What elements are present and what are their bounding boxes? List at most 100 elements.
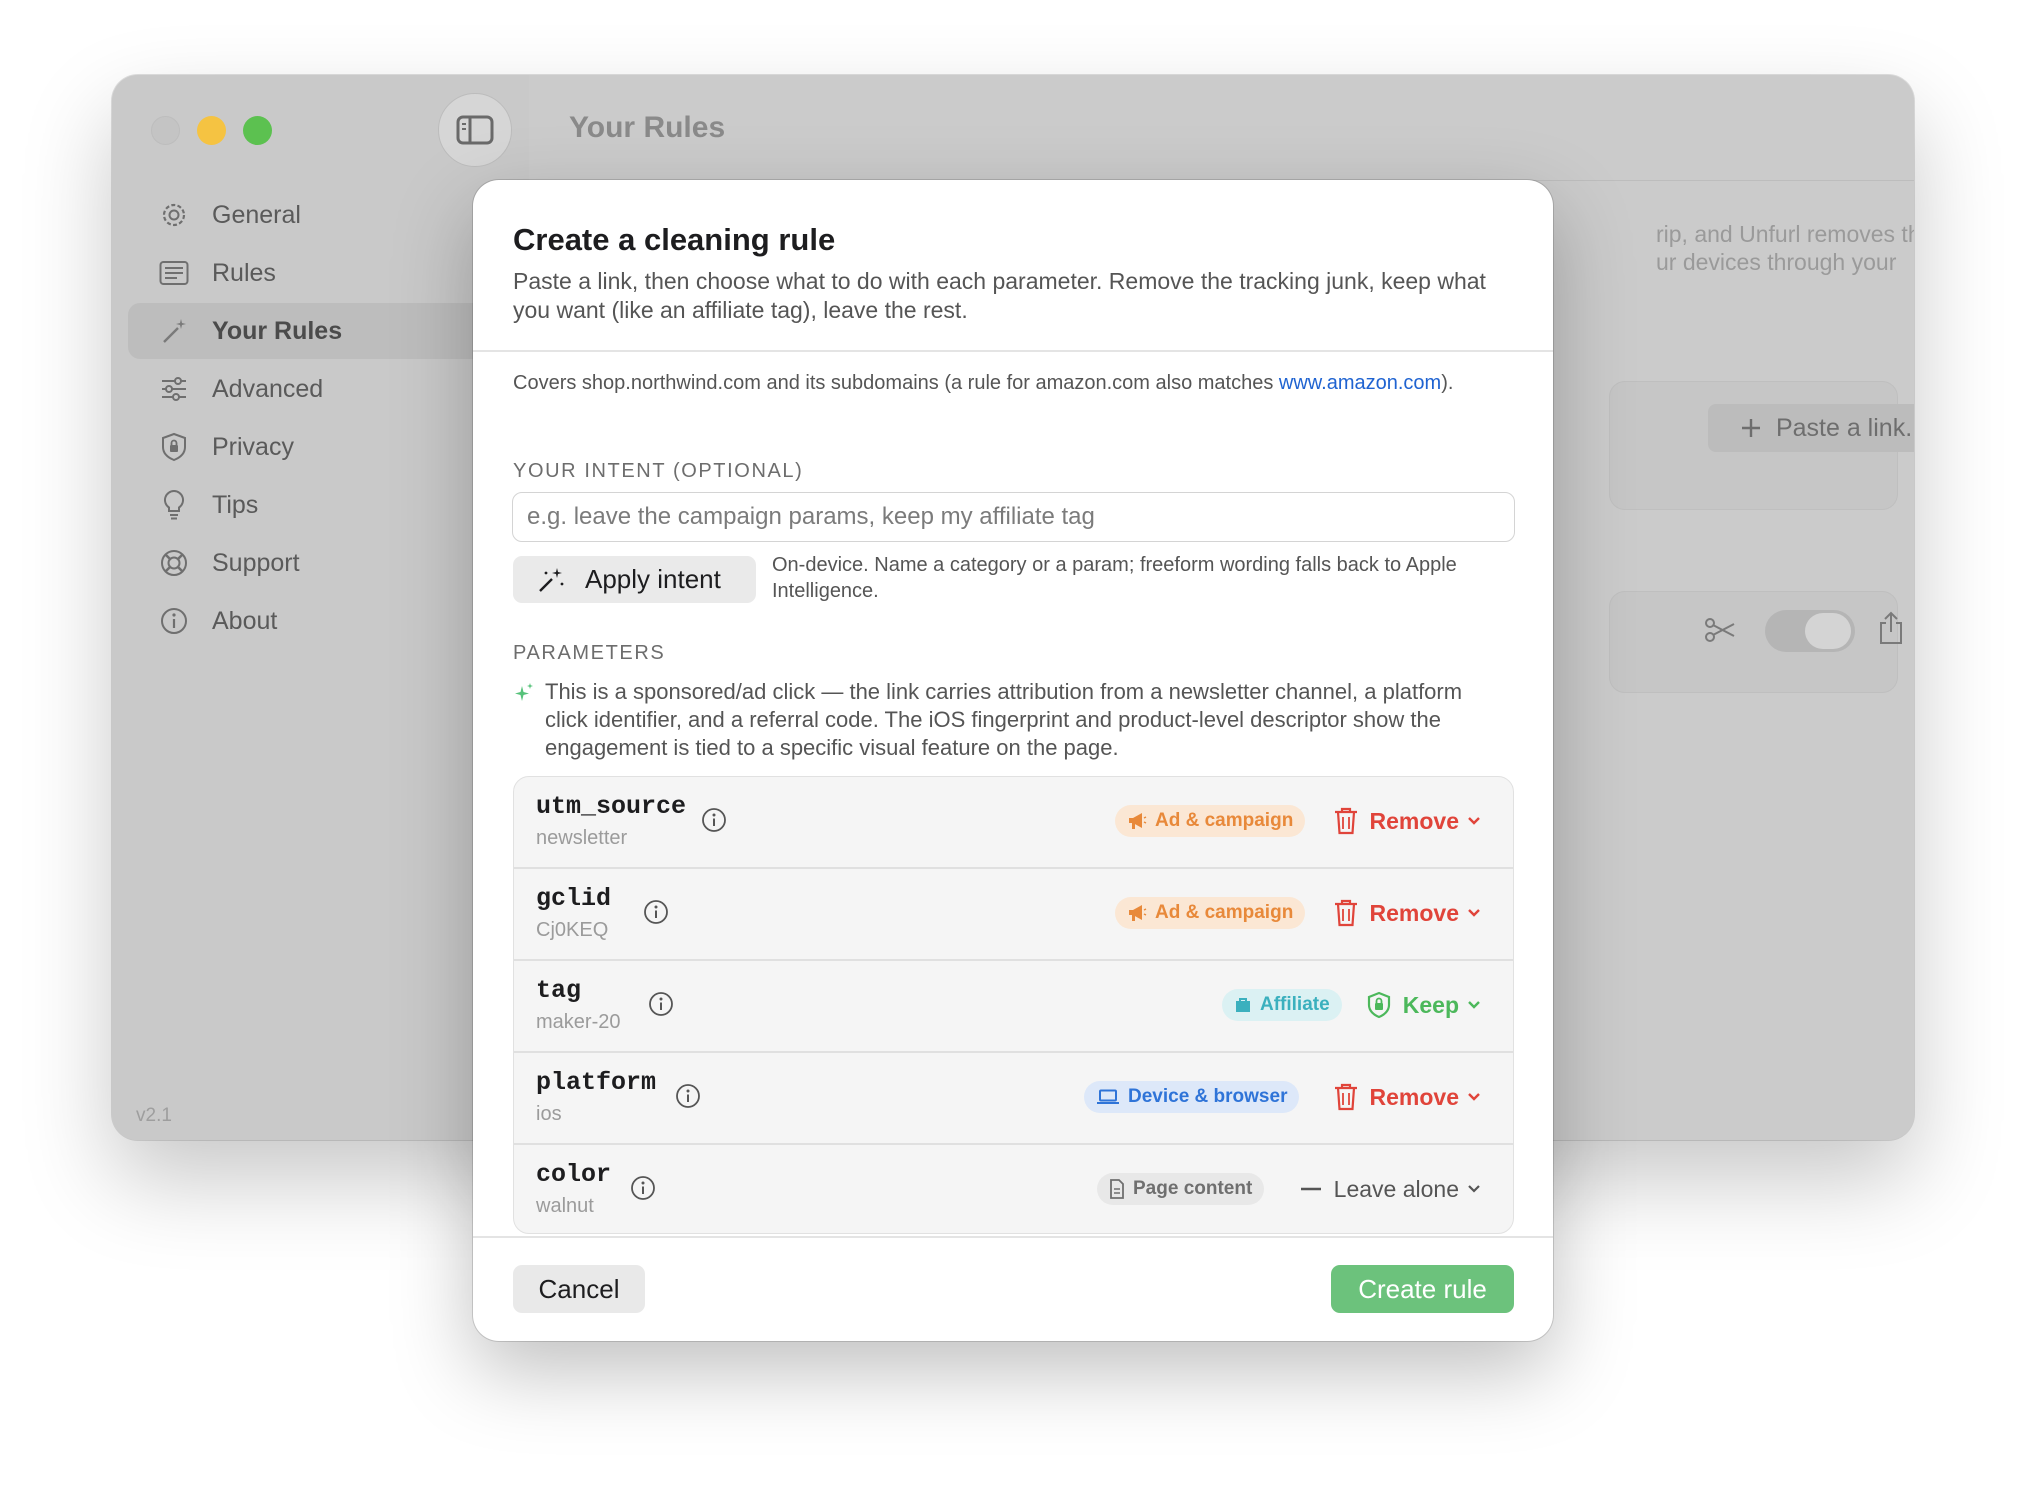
parameter-value: newsletter (536, 827, 628, 849)
page-description-line: ur devices through your (1656, 249, 1897, 275)
category-badge: Device & browser (1084, 1081, 1300, 1113)
sidebar-item-label: General (212, 200, 301, 229)
sidebar-item-label: About (212, 606, 278, 635)
sidebar-item-label: Support (212, 548, 300, 577)
megaphone-icon (1127, 812, 1147, 830)
megaphone-icon (1127, 904, 1147, 922)
page-description-line: rip, and Unfurl removes them (1656, 221, 1914, 247)
trash-icon (1334, 807, 1358, 835)
lifebuoy-icon (158, 547, 190, 579)
parameter-name: color (536, 1160, 612, 1189)
version-label: v2.1 (136, 1105, 172, 1126)
category-badge: Ad & campaign (1115, 897, 1306, 929)
paste-link-button[interactable]: Paste a link... (1708, 404, 1914, 452)
dash-icon (1300, 1186, 1322, 1192)
info-icon (158, 605, 190, 637)
page-description: rip, and Unfurl removes them ur devices … (1656, 220, 1914, 276)
rule-enabled-toggle[interactable] (1765, 610, 1855, 652)
category-label: Ad & campaign (1155, 810, 1294, 831)
chevron-down-icon (1467, 816, 1481, 826)
sidebar: General Rules Your Rules Advanced Privac… (112, 75, 529, 1140)
coverage-link[interactable]: www.amazon.com (1279, 372, 1441, 394)
coverage-text-end: ). (1441, 372, 1454, 394)
action-dropdown[interactable]: Remove (1334, 1081, 1481, 1113)
action-label: Leave alone (1333, 1175, 1459, 1202)
info-icon[interactable] (630, 1175, 656, 1201)
scissors-icon[interactable] (1704, 616, 1736, 644)
parameter-value: maker-20 (536, 1011, 621, 1033)
sidebar-item-privacy[interactable]: Privacy (128, 419, 528, 475)
trash-icon (1334, 899, 1358, 927)
magic-wand-icon (158, 315, 190, 347)
parameter-row: platform ios Device & browser Remove (514, 1053, 1513, 1145)
intent-input[interactable] (512, 492, 1515, 542)
chevron-down-icon (1467, 1184, 1481, 1194)
sidebar-item-tips[interactable]: Tips (128, 477, 528, 533)
intent-section-label: YOUR INTENT (OPTIONAL) (513, 460, 804, 482)
list-icon (158, 257, 190, 289)
action-dropdown[interactable]: Leave alone (1300, 1173, 1481, 1205)
info-icon[interactable] (648, 991, 674, 1017)
sidebar-item-support[interactable]: Support (128, 535, 528, 591)
category-badge: Affiliate (1222, 989, 1342, 1021)
gear-icon (158, 199, 190, 231)
parameter-value: Cj0KEQ (536, 919, 609, 941)
info-icon[interactable] (643, 899, 669, 925)
apply-intent-label: Apply intent (585, 564, 721, 594)
sidebar-item-general[interactable]: General (128, 187, 528, 243)
sidebar-item-your-rules[interactable]: Your Rules (128, 303, 528, 359)
sheet-title: Create a cleaning rule (513, 222, 836, 257)
sidebar-item-label: Your Rules (212, 316, 343, 345)
category-label: Affiliate (1260, 994, 1330, 1015)
sidebar-item-advanced[interactable]: Advanced (128, 361, 528, 417)
action-label: Remove (1369, 807, 1459, 834)
sidebar-item-label: Tips (212, 490, 259, 519)
laptop-icon (1096, 1089, 1120, 1105)
category-badge: Ad & campaign (1115, 805, 1306, 837)
close-window-button[interactable] (151, 116, 180, 145)
sidebar-item-label: Rules (212, 258, 276, 287)
action-dropdown[interactable]: Remove (1334, 805, 1481, 837)
chevron-down-icon (1467, 908, 1481, 918)
create-rule-sheet: Create a cleaning rule Paste a link, the… (473, 180, 1553, 1341)
category-badge: Page content (1097, 1173, 1265, 1205)
minimize-window-button[interactable] (197, 116, 226, 145)
create-rule-button[interactable]: Create rule (1331, 1265, 1514, 1313)
apply-intent-note: On-device. Name a category or a param; f… (772, 554, 1457, 602)
category-label: Ad & campaign (1155, 902, 1294, 923)
category-label: Device & browser (1128, 1086, 1288, 1107)
action-label: Keep (1402, 991, 1459, 1018)
trash-icon (1334, 1083, 1358, 1111)
lock-shield-icon (1367, 991, 1391, 1019)
parameter-name: gclid (536, 884, 612, 913)
domain-coverage-note: Covers shop.northwind.com and its subdom… (513, 370, 1513, 396)
action-dropdown[interactable]: Remove (1334, 897, 1481, 929)
divider (473, 350, 1553, 352)
action-dropdown[interactable]: Keep (1367, 989, 1481, 1021)
action-label: Remove (1369, 899, 1459, 926)
magic-wand-icon (537, 566, 565, 594)
parameter-name: platform (536, 1068, 657, 1097)
cancel-button[interactable]: Cancel (513, 1265, 645, 1313)
sidebar-nav: General Rules Your Rules Advanced Privac… (128, 187, 528, 651)
info-icon[interactable] (675, 1083, 701, 1109)
document-icon (1109, 1179, 1125, 1199)
maximize-window-button[interactable] (243, 116, 272, 145)
sidebar-item-about[interactable]: About (128, 593, 528, 649)
rule-card (1609, 591, 1898, 693)
lightbulb-icon (158, 489, 190, 521)
info-icon[interactable] (701, 807, 727, 833)
main-header: Your Rules (529, 75, 1914, 181)
divider (473, 1236, 1553, 1238)
action-label: Remove (1369, 1083, 1459, 1110)
parameter-row: gclid Cj0KEQ Ad & campaign Remove (514, 869, 1513, 961)
share-icon[interactable] (1878, 611, 1904, 645)
category-label: Page content (1133, 1178, 1253, 1199)
sidebar-item-rules[interactable]: Rules (128, 245, 528, 301)
sidebar-toggle-button[interactable] (438, 93, 512, 167)
shield-icon (158, 431, 190, 463)
parameter-value: walnut (536, 1195, 594, 1217)
sparkle-icon (513, 682, 535, 711)
parameter-row: color walnut Page content Leave alone (514, 1145, 1513, 1233)
apply-intent-button[interactable]: Apply intent (513, 556, 756, 603)
